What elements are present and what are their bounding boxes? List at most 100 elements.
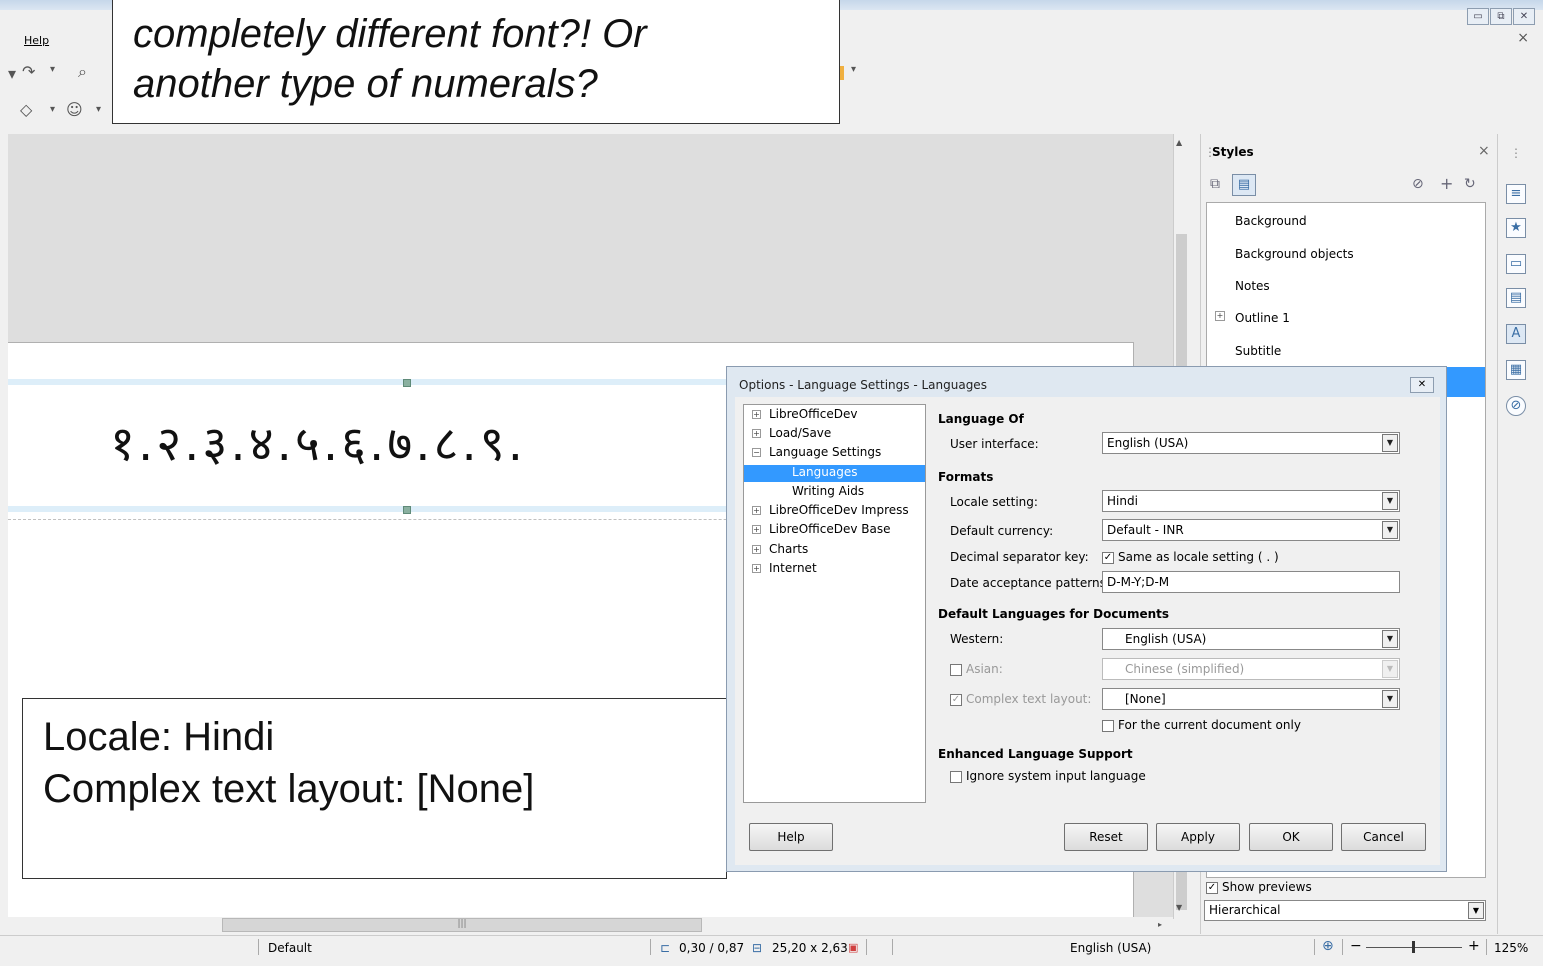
options-tree[interactable]: + LibreOfficeDev + Load/Save − Language Set… [743,404,926,803]
checkbox-icon[interactable]: ✓ [1206,881,1218,894]
checkbox-icon[interactable] [950,770,962,783]
style-item[interactable]: Outline 1 [1235,311,1290,325]
apply-button[interactable]: Apply [1156,823,1240,851]
close-window-button[interactable]: ✕ [1513,8,1535,25]
collapse-icon[interactable]: − [752,448,761,457]
update-style-icon[interactable]: ↻ [1464,176,1476,192]
tree-item-impress[interactable]: + LibreOfficeDev Impress [752,503,909,517]
chevron-down-icon[interactable]: ▼ [1382,630,1398,648]
animation-deck-icon[interactable]: ▭ [1506,254,1526,274]
styles-deck-icon[interactable]: A [1506,324,1526,344]
checkbox-label: Same as locale setting ( . ) [1118,550,1279,564]
style-item[interactable]: Subtitle [1235,344,1281,358]
tree-item-charts[interactable]: + Charts [752,542,808,556]
fill-format-mode-icon[interactable]: ⧉ [1210,176,1220,192]
slide-transition-deck-icon[interactable]: ★ [1506,218,1526,238]
basic-shapes-dropdown-icon[interactable]: ▾ [50,104,55,115]
complex-text-layout-checkbox[interactable]: ✓ Complex text layout: [950,692,1091,706]
tree-item-writing-aids[interactable]: Writing Aids [792,484,864,498]
minimize-button[interactable]: ▭ [1467,8,1489,25]
ok-button[interactable]: OK [1249,823,1333,851]
western-select[interactable]: English (USA) ▼ [1102,628,1400,650]
ignore-input-language-checkbox[interactable]: Ignore system input language [950,769,1146,783]
show-previews-checkbox[interactable]: ✓ Show previews [1206,880,1312,894]
checkbox-icon[interactable]: ✓ [1102,551,1114,564]
reset-button[interactable]: Reset [1064,823,1148,851]
navigator-deck-icon[interactable]: ⊘ [1506,396,1526,416]
expand-icon[interactable]: + [752,429,761,438]
slide-layout-status[interactable]: Default [268,941,312,955]
current-document-only-checkbox[interactable]: For the current document only [1102,718,1301,732]
zoom-in-icon[interactable]: + [1468,938,1480,954]
new-style-icon[interactable]: + [1440,174,1453,193]
tree-item-base[interactable]: + LibreOfficeDev Base [752,522,890,536]
asian-value: Chinese (simplified) [1125,662,1245,676]
checkbox-icon[interactable]: ✓ [950,693,962,706]
gallery-deck-icon[interactable]: ▦ [1506,360,1526,380]
chevron-down-icon[interactable]: ▼ [1382,434,1398,452]
tree-item-label: LibreOfficeDev Impress [769,503,909,517]
restore-button[interactable]: ⧉ [1490,8,1512,25]
find-replace-icon[interactable]: ⌕ [78,62,87,82]
tree-item-internet[interactable]: + Internet [752,561,817,575]
styles-close-button[interactable]: × [1478,143,1490,159]
symbol-shapes-dropdown-icon[interactable]: ▾ [96,104,101,115]
redo-dropdown-icon[interactable]: ▾ [50,64,55,75]
close-document-button[interactable]: × [1517,30,1529,46]
style-item[interactable]: Background objects [1235,247,1354,261]
expand-icon[interactable]: + [752,506,761,515]
locale-setting-select[interactable]: Hindi ▼ [1102,490,1400,512]
chevron-down-icon[interactable]: ▼ [1382,492,1398,510]
resize-handle-bottom[interactable] [403,506,411,514]
symbol-shapes-icon[interactable]: ☺ [66,100,83,119]
horizontal-scroll-thumb[interactable]: ||| [222,918,702,932]
chevron-down-icon[interactable]: ▼ [1382,521,1398,539]
asian-checkbox[interactable]: Asian: [950,662,1003,676]
tree-item-language-settings[interactable]: − Language Settings [752,445,881,459]
redo-icon[interactable]: ↷ [22,62,35,81]
expand-icon[interactable]: + [1215,311,1225,321]
scroll-right-arrow-icon[interactable]: ▸ [1158,920,1162,929]
basic-shapes-icon[interactable]: ◇ [20,100,32,119]
tree-item-load-save[interactable]: + Load/Save [752,426,831,440]
scroll-down-arrow-icon[interactable]: ▼ [1176,903,1182,912]
style-item[interactable]: Background [1235,214,1307,228]
chevron-down-icon[interactable]: ▼ [1468,902,1484,919]
slide-numerals-text[interactable]: १.२.३.४.५.६.७.८.९. [110,410,526,475]
undo-dropdown-icon[interactable]: ▾ [8,64,16,83]
checkbox-icon[interactable] [1102,719,1114,732]
style-filter-select[interactable]: Hierarchical ▼ [1204,900,1486,921]
resize-handle-top[interactable] [403,379,411,387]
fit-slide-icon[interactable]: ⊕ [1322,938,1334,954]
sidebar-menu-icon[interactable]: ⋮ [1510,146,1522,160]
presentation-styles-icon[interactable]: ▤ [1232,174,1256,196]
toolbar-dropdown-icon[interactable]: ▾ [851,64,856,75]
tree-item-languages[interactable]: Languages [744,465,925,482]
cancel-button[interactable]: Cancel [1341,823,1426,851]
properties-deck-icon[interactable]: ≡ [1506,184,1526,204]
complex-text-layout-select[interactable]: [None] ▼ [1102,688,1400,710]
dialog-close-button[interactable]: ✕ [1410,377,1434,393]
date-patterns-input[interactable]: D-M-Y;D-M [1102,571,1400,593]
master-slides-deck-icon[interactable]: ▤ [1506,288,1526,308]
expand-icon[interactable]: + [752,410,761,419]
expand-icon[interactable]: + [752,545,761,554]
chevron-down-icon[interactable]: ▼ [1382,690,1398,708]
expand-icon[interactable]: + [752,525,761,534]
decimal-same-as-locale-checkbox[interactable]: ✓ Same as locale setting ( . ) [1102,550,1279,564]
zoom-slider-thumb[interactable] [1412,941,1415,953]
default-currency-select[interactable]: Default - INR ▼ [1102,519,1400,541]
help-button[interactable]: Help [749,823,833,851]
style-item[interactable]: Notes [1235,279,1270,293]
checkbox-icon[interactable] [950,663,962,676]
document-modified-icon[interactable]: ▣ [848,941,858,954]
expand-icon[interactable]: + [752,564,761,573]
zoom-level-status[interactable]: 125% [1494,941,1528,955]
scroll-up-arrow-icon[interactable]: ▲ [1176,138,1182,147]
tree-item-libreofficedev[interactable]: + LibreOfficeDev [752,407,857,421]
menu-help[interactable]: Help [24,34,49,47]
styles-actions-icon[interactable]: ⊘ [1412,176,1424,192]
zoom-out-icon[interactable]: − [1350,938,1362,954]
language-status[interactable]: English (USA) [1070,941,1151,955]
user-interface-select[interactable]: English (USA) ▼ [1102,432,1400,454]
